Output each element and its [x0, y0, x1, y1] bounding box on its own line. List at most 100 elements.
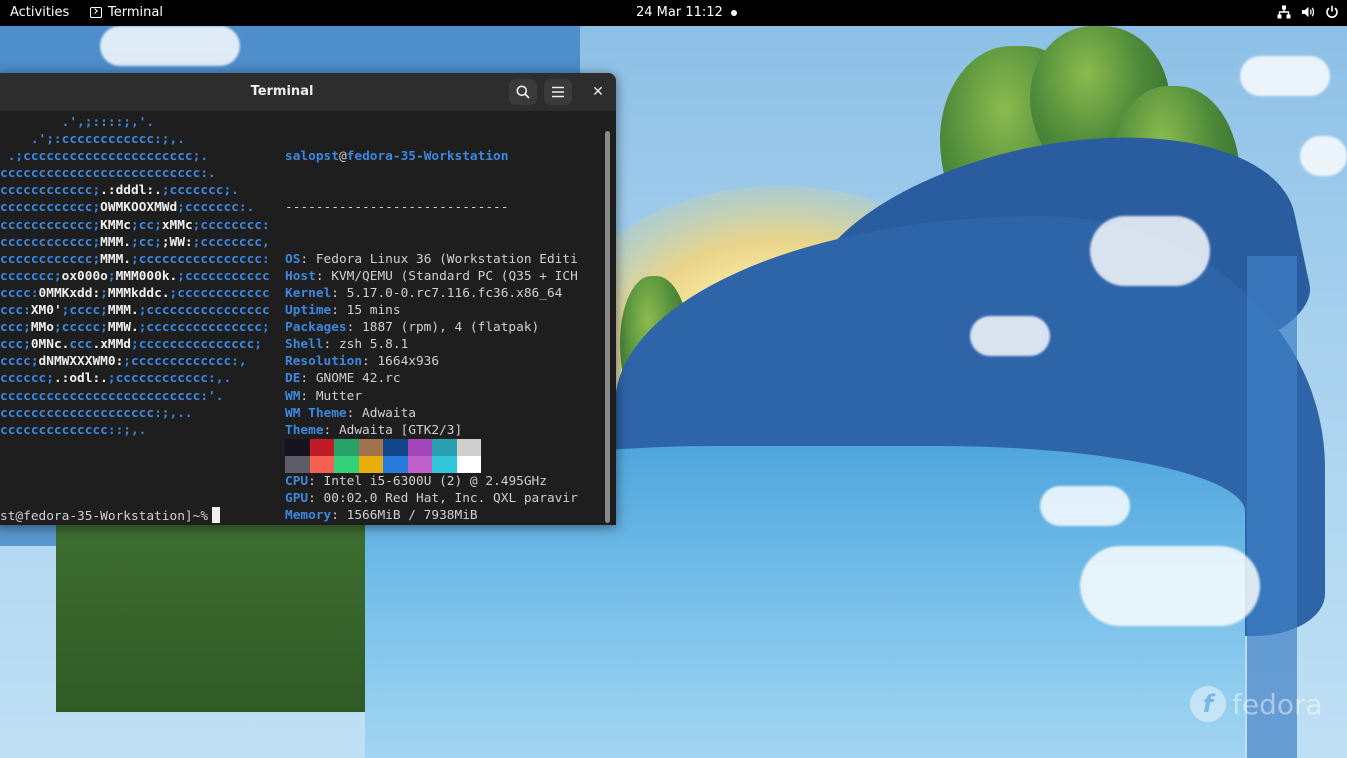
info-value: : Adwaita — [346, 405, 416, 421]
scrollbar[interactable] — [605, 115, 610, 523]
logo-segment: ;ccccccccccccc:, — [123, 354, 247, 370]
terminal-output[interactable]: .',;::::;,'. .';:cccccccccccc:;,. .;cccc… — [0, 111, 616, 525]
logo-segment: ;ccccccccccccccc; — [131, 337, 262, 353]
palette-swatch — [358, 439, 383, 456]
logo-segment: cccccccccccccc::;,. — [0, 422, 147, 438]
info-value: : GNOME 42.rc — [300, 371, 401, 387]
palette-swatch — [383, 439, 408, 456]
logo-segment: 0MNc. — [30, 337, 70, 353]
prompt-text: st@fedora-35-Workstation]~% — [0, 509, 209, 524]
logo-line: ccc;0MNc.ccc.xMMd;ccccccccccccccc; — [0, 336, 270, 353]
palette-swatch — [456, 439, 481, 456]
fedora-ascii-logo: .',;::::;,'. .';:cccccccccccc:;,. .;cccc… — [0, 114, 270, 439]
palette-swatch — [334, 439, 359, 456]
info-value: : 5.17.0-0.rc7.116.fc36.x86_64 — [331, 285, 563, 301]
volume-icon[interactable] — [1301, 4, 1315, 20]
logo-segment: ;ccccccc:. — [177, 200, 255, 216]
system-tray[interactable] — [1277, 4, 1339, 20]
logo-segment: ;cccccccccccc:,. — [107, 371, 232, 387]
palette-swatch — [407, 456, 432, 473]
logo-segment: ;cc; — [131, 217, 162, 233]
search-icon — [516, 85, 530, 99]
fedora-icon: f — [1190, 686, 1226, 722]
info-value: : 1664x936 — [362, 354, 440, 370]
logo-segment: OWMKOOXMWd — [100, 200, 178, 216]
logo-segment: .:odl:. — [53, 371, 108, 387]
wallpaper-stripe — [1247, 256, 1297, 758]
wallpaper-cloud — [1040, 486, 1130, 526]
search-button[interactable] — [509, 79, 537, 105]
logo-line: .;cccccccccccccccccccccc;. — [0, 148, 270, 165]
shell-prompt[interactable]: st@fedora-35-Workstation]~% — [0, 507, 221, 525]
palette-swatch — [407, 439, 432, 456]
info-key: Theme — [285, 422, 324, 438]
logo-segment: cccccccccccc; — [0, 234, 101, 250]
logo-line: cccccccccccccccccccccccccc:'. — [0, 388, 270, 405]
logo-segment: MMM. — [100, 251, 131, 267]
logo-segment: ccc; — [0, 337, 31, 353]
logo-segment: XM0' — [30, 303, 62, 319]
network-icon[interactable] — [1277, 4, 1291, 20]
logo-segment: ;ccccc; — [53, 320, 108, 336]
logo-line: cccccccccccc;OWMKOOXMWd;ccccccc:. — [0, 199, 270, 216]
terminal-window[interactable]: Terminal ✕ .',;::::;,'. .';:cccccccccccc… — [0, 73, 616, 525]
logo-segment: ;cccccccc:. — [192, 217, 270, 233]
close-button[interactable]: ✕ — [584, 79, 612, 105]
activities-button[interactable]: Activities — [10, 5, 69, 20]
logo-segment: ; — [107, 268, 116, 284]
info-key: OS — [285, 251, 301, 267]
clock[interactable]: 24 Mar 11:12 — [636, 5, 723, 20]
info-row: Memory: 1566MiB / 7938MiB — [285, 507, 603, 524]
info-value: : zsh 5.8.1 — [323, 337, 409, 353]
logo-segment: .:dddl:. — [100, 183, 162, 199]
window-title: Terminal — [250, 84, 314, 99]
info-row: Theme: Adwaita [GTK2/3] — [285, 422, 603, 439]
hamburger-menu-icon — [552, 86, 564, 98]
logo-line: ccc;MMo;ccccc;MMW.;ccccccccccccccc; — [0, 319, 270, 336]
info-value: : Adwaita [GTK2/3] — [323, 422, 463, 438]
color-palette — [285, 439, 481, 473]
logo-segment: ;ccccccccccccccc; — [138, 320, 270, 336]
logo-segment: ;cc; — [131, 234, 162, 250]
info-row: GPU: 00:02.0 Red Hat, Inc. QXL paravir — [285, 490, 603, 507]
user-host-line: salopst@fedora-35-Workstation — [285, 148, 603, 165]
power-icon[interactable] — [1325, 4, 1339, 20]
logo-segment: MMo — [30, 320, 54, 336]
logo-segment: KMMc — [100, 217, 131, 233]
info-row: Resolution: 1664x936 — [285, 353, 603, 370]
logo-line: ccc:XM0';cccc;MMM.;cccccccccccccccc' — [0, 302, 270, 319]
info-row: WM: Mutter — [285, 388, 603, 405]
logo-segment: cccccccccccc; — [0, 217, 101, 233]
wallpaper-cloud — [1300, 136, 1347, 176]
menu-button[interactable] — [544, 79, 572, 105]
info-key: Resolution — [285, 354, 363, 370]
scrollbar-thumb[interactable] — [605, 131, 610, 523]
palette-swatch — [432, 439, 457, 456]
logo-segment: ccccccc; — [0, 268, 62, 284]
logo-segment: ;cccccccccccc; — [169, 285, 270, 301]
logo-segment: ccc; — [0, 320, 31, 336]
logo-line: cccccccccccc;MMM.;cc;;WW:;cccccccc, — [0, 234, 270, 251]
logo-line: .';:cccccccccccc:;,. — [0, 131, 270, 148]
at-sign: @ — [338, 149, 347, 165]
info-key: WM — [285, 388, 301, 404]
top-bar: Activities Terminal 24 Mar 11:12 — [0, 0, 1347, 26]
wallpaper-cloud — [970, 316, 1050, 356]
logo-segment: xMMc — [161, 217, 193, 233]
info-key: GPU — [285, 491, 309, 507]
palette-swatch — [285, 456, 310, 473]
logo-segment: cccccccccccccccccccccccccc:. — [0, 166, 216, 182]
logo-segment: ; — [100, 285, 108, 301]
logo-line: cccccccccccc;KMMc;cc;xMMc;cccccccc:. — [0, 217, 270, 234]
logo-segment: MMM. — [107, 303, 139, 319]
logo-line: cccccccccccc;.:dddl:.;ccccccc;. — [0, 182, 270, 199]
wallpaper-cloud — [1080, 546, 1260, 626]
logo-segment: ;cccccccccccccccc: — [131, 251, 270, 267]
window-headerbar[interactable]: Terminal ✕ — [0, 73, 616, 112]
logo-segment: ox000o — [61, 268, 108, 284]
logo-segment: ;cccc; — [61, 303, 108, 319]
app-menu-button[interactable]: Terminal — [90, 5, 163, 20]
fedora-logo: f fedora — [1190, 686, 1323, 722]
logo-line: cccc;dNMWXXXWM0:;ccccccccccccc:, — [0, 353, 270, 370]
info-value: : 15 mins — [331, 303, 401, 319]
